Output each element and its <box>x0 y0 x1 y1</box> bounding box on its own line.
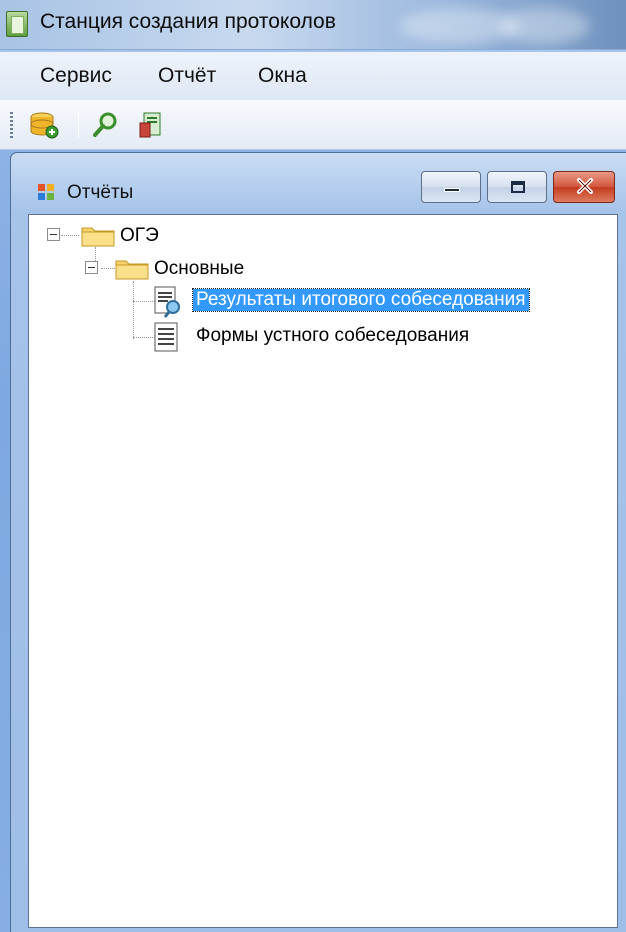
toolbar-grip[interactable] <box>10 112 13 138</box>
tree-item-interview-results[interactable]: Результаты итогового собеседования <box>153 285 613 319</box>
collapse-icon[interactable] <box>47 228 60 241</box>
close-icon <box>574 175 596 202</box>
tree-node-main[interactable]: Основные <box>85 256 325 282</box>
search-icon[interactable] <box>90 109 122 141</box>
minimize-icon <box>444 188 460 192</box>
tree-node-label: ОГЭ <box>120 225 159 246</box>
reports-tree[interactable]: ОГЭ Основные Результаты итогового собесе… <box>28 214 618 928</box>
menu-report[interactable]: Отчёт <box>154 64 220 88</box>
restore-icon <box>511 181 525 193</box>
toolbar-separator <box>78 112 79 138</box>
close-button[interactable] <box>553 171 615 203</box>
database-icon[interactable] <box>28 109 60 141</box>
collapse-icon[interactable] <box>85 261 98 274</box>
toolbar <box>0 100 626 150</box>
menu-service[interactable]: Сервис <box>36 64 116 88</box>
windows-icon <box>37 183 55 201</box>
minimize-button[interactable] <box>421 171 481 203</box>
report-icon[interactable] <box>136 109 168 141</box>
tree-item-oral-interview-forms[interactable]: Формы устного собеседования <box>153 321 613 355</box>
menu-windows[interactable]: Окна <box>254 64 311 88</box>
tree-item-label: Результаты итогового собеседования <box>192 288 530 312</box>
menu-bar: Сервис Отчёт Окна <box>0 52 626 100</box>
folder-icon <box>81 225 115 247</box>
restore-button[interactable] <box>487 171 547 203</box>
tree-node-label: Основные <box>154 258 245 279</box>
tree-node-oge[interactable]: ОГЭ <box>47 223 247 249</box>
document-icon <box>153 321 179 353</box>
title-bar[interactable]: Станция создания протоколов <box>0 0 626 50</box>
tree-item-label: Формы устного собеседования <box>196 325 470 346</box>
folder-icon <box>115 258 149 280</box>
window-title: Станция создания протоколов <box>40 10 336 33</box>
report-document-icon <box>153 285 180 318</box>
child-window-title: Отчёты <box>67 182 134 203</box>
app-window: Станция создания протоколов Сервис Отчёт… <box>0 0 626 932</box>
app-icon <box>6 11 28 37</box>
